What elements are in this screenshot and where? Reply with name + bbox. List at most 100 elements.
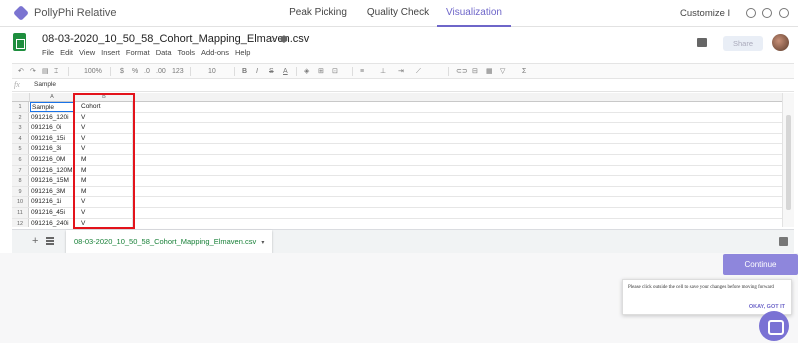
chevron-down-icon[interactable]: ▾: [261, 240, 264, 246]
menu-format[interactable]: Format: [126, 48, 150, 57]
add-sheet-icon[interactable]: +: [32, 235, 38, 247]
menu-addons[interactable]: Add-ons: [201, 48, 229, 57]
insert-comment-icon[interactable]: ⊟: [472, 66, 478, 77]
increase-decimal-button[interactable]: .00: [156, 66, 166, 77]
tab-visualization[interactable]: Visualization: [437, 0, 511, 27]
currency-format-button[interactable]: $: [120, 66, 124, 77]
align-vertical-icon[interactable]: ⊥: [380, 66, 386, 77]
menu-edit[interactable]: Edit: [60, 48, 73, 57]
cell-a[interactable]: Sample: [30, 102, 74, 112]
menu-bar: File Edit View Insert Format Data Tools …: [42, 48, 256, 57]
column-header-empty: [134, 93, 794, 102]
google-sheets-icon: [13, 33, 26, 51]
all-sheets-icon[interactable]: [46, 237, 54, 245]
merge-cells-icon[interactable]: ⊡: [332, 66, 338, 77]
brand-name: PollyPhi Relative: [34, 7, 117, 19]
formula-bar: fx Sample: [12, 79, 794, 92]
share-button[interactable]: Share: [723, 36, 763, 51]
italic-button[interactable]: I: [256, 66, 258, 77]
row-number[interactable]: 4: [12, 133, 29, 144]
menu-help[interactable]: Help: [235, 48, 250, 57]
row-number[interactable]: 8: [12, 176, 29, 186]
select-all-corner[interactable]: [12, 93, 30, 102]
row-number[interactable]: 12: [12, 218, 29, 227]
cell-a[interactable]: 091216_1i: [30, 197, 74, 207]
align-horizontal-icon[interactable]: ≡: [360, 66, 364, 77]
toolbar: ↶ ↷ ▤ ⌶ 100% $ % .0 .00 123 10 B I S A ◈…: [12, 63, 794, 79]
customize-menu[interactable]: Customize I: [680, 8, 730, 19]
tab-quality-check[interactable]: Quality Check: [362, 0, 434, 27]
polly-logo-icon: [13, 5, 29, 21]
fx-label: fx: [14, 80, 20, 89]
text-rotate-icon[interactable]: ⟋: [416, 66, 421, 77]
cell-a[interactable]: 091216_3i: [30, 144, 74, 154]
menu-insert[interactable]: Insert: [101, 48, 120, 57]
insert-link-icon[interactable]: ⊂⊃: [456, 66, 468, 77]
percent-format-button[interactable]: %: [132, 66, 138, 77]
cell-a[interactable]: 091216_15M: [30, 176, 74, 186]
column-header-a[interactable]: A: [30, 93, 75, 102]
avatar[interactable]: [772, 34, 789, 51]
row-number[interactable]: 2: [12, 112, 29, 123]
column-b-highlight-box: [73, 93, 135, 229]
cell-a[interactable]: 091216_45i: [30, 208, 74, 218]
row-number[interactable]: 9: [12, 186, 29, 197]
paint-format-icon[interactable]: ⌶: [54, 66, 58, 77]
row-number[interactable]: 10: [12, 197, 29, 207]
print-icon[interactable]: ▤: [42, 66, 49, 77]
font-size-select[interactable]: 10: [208, 66, 216, 77]
cell-a[interactable]: 091216_0i: [30, 123, 74, 133]
sheet-tab-bar: + 08-03-2020_10_50_58_Cohort_Mapping_Elm…: [12, 229, 794, 253]
menu-tools[interactable]: Tools: [178, 48, 196, 57]
menu-data[interactable]: Data: [156, 48, 172, 57]
help-icon[interactable]: [779, 8, 789, 18]
sheet-tab-label: 08-03-2020_10_50_58_Cohort_Mapping_Elmav…: [74, 237, 257, 246]
tab-peak-picking[interactable]: Peak Picking: [283, 0, 353, 27]
formula-input[interactable]: Sample: [34, 81, 56, 88]
borders-icon[interactable]: ⊞: [318, 66, 324, 77]
vertical-scrollbar[interactable]: [782, 93, 794, 227]
top-nav: PollyPhi Relative Peak Picking Quality C…: [0, 0, 798, 27]
filter-icon[interactable]: ▽: [500, 66, 505, 77]
cell-a[interactable]: 091216_240i: [30, 218, 74, 227]
menu-file[interactable]: File: [42, 48, 54, 57]
undo-icon[interactable]: ↶: [18, 66, 24, 77]
tooltip-text: Please click outside the cell to save yo…: [628, 285, 774, 290]
row-number[interactable]: 6: [12, 155, 29, 165]
strikethrough-button[interactable]: S: [269, 66, 274, 77]
row-number[interactable]: 3: [12, 123, 29, 133]
decrease-decimal-button[interactable]: .0: [144, 66, 150, 77]
cell-a[interactable]: 091216_15i: [30, 133, 74, 144]
row-number[interactable]: 5: [12, 144, 29, 154]
cell-a[interactable]: 091216_0M: [30, 155, 74, 165]
continue-button[interactable]: Continue: [723, 254, 798, 275]
save-hint-tooltip: Please click outside the cell to save yo…: [622, 279, 792, 315]
comment-icon[interactable]: [697, 38, 707, 47]
insert-chart-icon[interactable]: ▦: [486, 66, 493, 77]
scrollbar-thumb[interactable]: [786, 115, 791, 210]
okay-got-it-button[interactable]: OKAY, GOT IT: [749, 304, 785, 310]
text-wrap-icon[interactable]: ⇥: [398, 66, 404, 77]
star-icon[interactable]: ☆: [268, 34, 276, 45]
row-number[interactable]: 1: [12, 102, 29, 112]
info-icon[interactable]: [746, 8, 756, 18]
menu-view[interactable]: View: [79, 48, 95, 57]
zoom-select[interactable]: 100%: [84, 66, 102, 77]
cell-a[interactable]: 091216_3M: [30, 186, 74, 197]
app-root: PollyPhi Relative Peak Picking Quality C…: [0, 0, 798, 343]
move-folder-icon[interactable]: ⬢: [280, 34, 288, 45]
more-formats-button[interactable]: 123: [172, 66, 184, 77]
chat-icon[interactable]: [759, 311, 789, 341]
sheet-tab[interactable]: 08-03-2020_10_50_58_Cohort_Mapping_Elmav…: [66, 230, 273, 253]
cell-a[interactable]: 091216_120M: [30, 165, 74, 176]
cell-a[interactable]: 091216_120i: [30, 112, 74, 123]
functions-button[interactable]: Σ: [522, 66, 526, 77]
text-color-button[interactable]: A: [283, 66, 288, 77]
row-number[interactable]: 7: [12, 165, 29, 176]
explore-icon[interactable]: [779, 237, 788, 246]
bold-button[interactable]: B: [242, 66, 247, 77]
history-icon[interactable]: [762, 8, 772, 18]
fill-color-icon[interactable]: ◈: [304, 66, 309, 77]
redo-icon[interactable]: ↷: [30, 66, 36, 77]
row-number[interactable]: 11: [12, 208, 29, 218]
